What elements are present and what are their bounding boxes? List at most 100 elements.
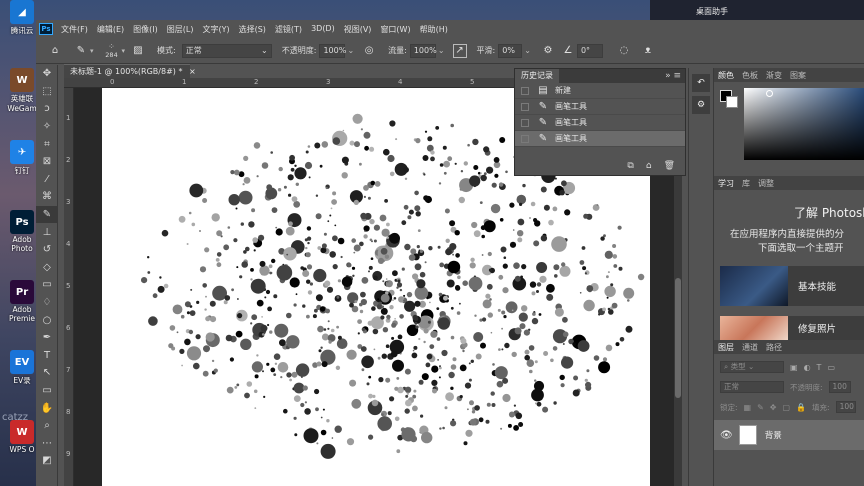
smoothing-field[interactable]: 0% [498, 43, 523, 58]
layer-kind-filter[interactable]: ⌕ 类型 ⌄ [720, 361, 784, 373]
panel-tab[interactable]: 路径 [766, 342, 782, 353]
brush-settings-icon[interactable]: ▨ [131, 44, 145, 58]
menu-item[interactable]: 图层(L) [167, 24, 194, 35]
healing-brush-tool-icon[interactable]: ⌘ [36, 188, 58, 206]
opacity-field[interactable]: 100% [319, 43, 346, 58]
panel-tab[interactable]: 学习 [718, 178, 734, 189]
zoom-tool-icon[interactable]: ⌕ [36, 417, 58, 435]
properties-panel-icon[interactable]: ⚙ [692, 96, 710, 114]
clone-stamp-tool-icon[interactable]: ⊥ [36, 223, 58, 241]
pen-tool-icon[interactable]: ✒ [36, 329, 58, 347]
path-select-tool-icon[interactable]: ↖ [36, 364, 58, 382]
menu-item[interactable]: 文字(Y) [202, 24, 229, 35]
lock-position-icon[interactable]: ✥ [770, 403, 777, 412]
layer-blend-mode-select[interactable]: 正常 [720, 381, 784, 393]
close-tab-icon[interactable]: × [189, 67, 196, 76]
airbrush-icon[interactable]: ↗ [452, 43, 467, 58]
marquee-tool-icon[interactable]: ⬚ [36, 83, 58, 101]
dodge-tool-icon[interactable]: ○ [36, 311, 58, 329]
menu-item[interactable]: 3D(D) [311, 24, 335, 35]
menu-item[interactable]: 文件(F) [61, 24, 88, 35]
panel-collapse-icon[interactable]: » ≡ [665, 71, 685, 81]
home-icon[interactable]: ⌂ [48, 44, 62, 58]
angle-field[interactable]: 0° [576, 43, 603, 58]
menu-item[interactable]: 窗口(W) [380, 24, 410, 35]
panel-tab[interactable]: 库 [742, 178, 750, 189]
fill-field[interactable]: 100 [835, 401, 856, 413]
filter-type-icon[interactable]: T [817, 363, 822, 372]
blur-tool-icon[interactable]: ♢ [36, 294, 58, 312]
eraser-tool-icon[interactable]: ◇ [36, 259, 58, 277]
color-swatches-icon[interactable]: ◩ [36, 452, 58, 470]
color-picker-field[interactable] [744, 88, 864, 160]
menu-item[interactable]: 帮助(H) [420, 24, 448, 35]
history-source-checkbox[interactable] [521, 86, 529, 95]
history-state-row[interactable]: ✎ 画笔工具 [515, 115, 685, 131]
desktop-icon[interactable]: W 英雄联 WeGam [6, 68, 38, 113]
menu-item[interactable]: 编辑(E) [97, 24, 124, 35]
history-state-row[interactable]: ▤ 新建 [515, 83, 685, 99]
hand-tool-icon[interactable]: ✋ [36, 399, 58, 417]
lock-artboard-icon[interactable]: ▢ [783, 403, 791, 412]
background-color-swatch[interactable] [726, 96, 738, 108]
panel-tab[interactable]: 调整 [758, 178, 774, 189]
lock-image-icon[interactable]: ✎ [757, 403, 764, 412]
shape-tool-icon[interactable]: ▭ [36, 382, 58, 400]
color-picker-cursor[interactable] [766, 90, 773, 97]
menu-item[interactable]: 视图(V) [344, 24, 372, 35]
filter-shape-icon[interactable]: ▭ [827, 363, 835, 372]
panel-tab[interactable]: 颜色 [718, 70, 734, 81]
lock-transparent-icon[interactable]: ▦ [744, 403, 752, 412]
crop-tool-icon[interactable]: ⌗ [36, 135, 58, 153]
brush-preset-icon[interactable]: ✎ [74, 44, 88, 58]
eyedropper-tool-icon[interactable]: ⁄ [36, 171, 58, 189]
pressure-opacity-icon[interactable]: ◎ [362, 44, 376, 58]
history-state-row[interactable]: ✎ 画笔工具 [515, 99, 685, 115]
type-tool-icon[interactable]: T [36, 347, 58, 365]
history-source-checkbox[interactable] [521, 102, 529, 111]
desktop-icon[interactable]: W WPS O [6, 420, 38, 454]
learn-card-basic-skills[interactable]: 基本技能 [720, 266, 864, 306]
move-tool-icon[interactable]: ✥ [36, 65, 58, 83]
history-source-checkbox[interactable] [521, 118, 529, 127]
desktop-icon[interactable]: Ps Adob Photo [6, 210, 38, 253]
mode-select[interactable]: 正常 ⌄ [181, 43, 272, 58]
quick-select-tool-icon[interactable]: ✧ [36, 118, 58, 136]
filter-image-icon[interactable]: ▣ [790, 363, 798, 372]
new-document-from-state-icon[interactable]: ⧉ [627, 161, 633, 171]
smoothing-options-gear-icon[interactable]: ⚙ [541, 44, 555, 58]
layer-opacity-field[interactable]: 100 [828, 381, 851, 393]
desktop-icon[interactable]: Pr Adob Premie [6, 280, 38, 323]
panel-tab[interactable]: 色板 [742, 70, 758, 81]
layer-visibility-eye-icon[interactable]: 👁 [720, 430, 733, 441]
delete-trash-icon[interactable]: 🗑 [664, 161, 675, 171]
desktop-icon[interactable]: ◢ 腾讯云 [6, 0, 38, 36]
menu-item[interactable]: 图像(I) [133, 24, 158, 35]
desktop-icon[interactable]: EV EV录 [6, 350, 38, 386]
history-tab[interactable]: 历史记录 [515, 69, 559, 83]
filter-adjust-icon[interactable]: ◐ [804, 363, 811, 372]
panel-tab[interactable]: 图案 [790, 70, 806, 81]
pressure-size-icon[interactable]: ◌ [617, 44, 631, 58]
history-state-row[interactable]: ✎ 画笔工具 [515, 131, 685, 147]
panel-tab[interactable]: 通道 [742, 342, 758, 353]
snapshot-camera-icon[interactable]: ⌂ [646, 161, 652, 171]
history-source-checkbox[interactable] [521, 134, 529, 143]
symmetry-butterfly-icon[interactable]: ᴥ [641, 44, 655, 58]
learn-card-fix-photo[interactable]: 修复照片 [720, 316, 864, 340]
menu-item[interactable]: 滤镜(T) [275, 24, 302, 35]
panel-tab[interactable]: 渐变 [766, 70, 782, 81]
document-tab[interactable]: 未标题-1 @ 100%(RGB/8#) * × [64, 64, 196, 78]
lasso-tool-icon[interactable]: ↄ [36, 100, 58, 118]
more-tools-icon[interactable]: ⋯ [36, 434, 58, 452]
lock-all-icon[interactable]: 🔒 [796, 403, 806, 412]
history-panel-icon[interactable]: ↶ [692, 74, 710, 92]
gradient-tool-icon[interactable]: ▭ [36, 276, 58, 294]
brush-size-picker[interactable]: ⁘ 284 [102, 42, 122, 59]
history-brush-tool-icon[interactable]: ↺ [36, 241, 58, 259]
desktop-helper-window[interactable]: 桌面助手 [650, 0, 864, 20]
layer-row-background[interactable]: 👁 背景 [714, 420, 864, 450]
flow-field[interactable]: 100% [409, 43, 437, 58]
desktop-icon[interactable]: ✈ 钉钉 [6, 140, 38, 176]
frame-tool-icon[interactable]: ⊠ [36, 153, 58, 171]
